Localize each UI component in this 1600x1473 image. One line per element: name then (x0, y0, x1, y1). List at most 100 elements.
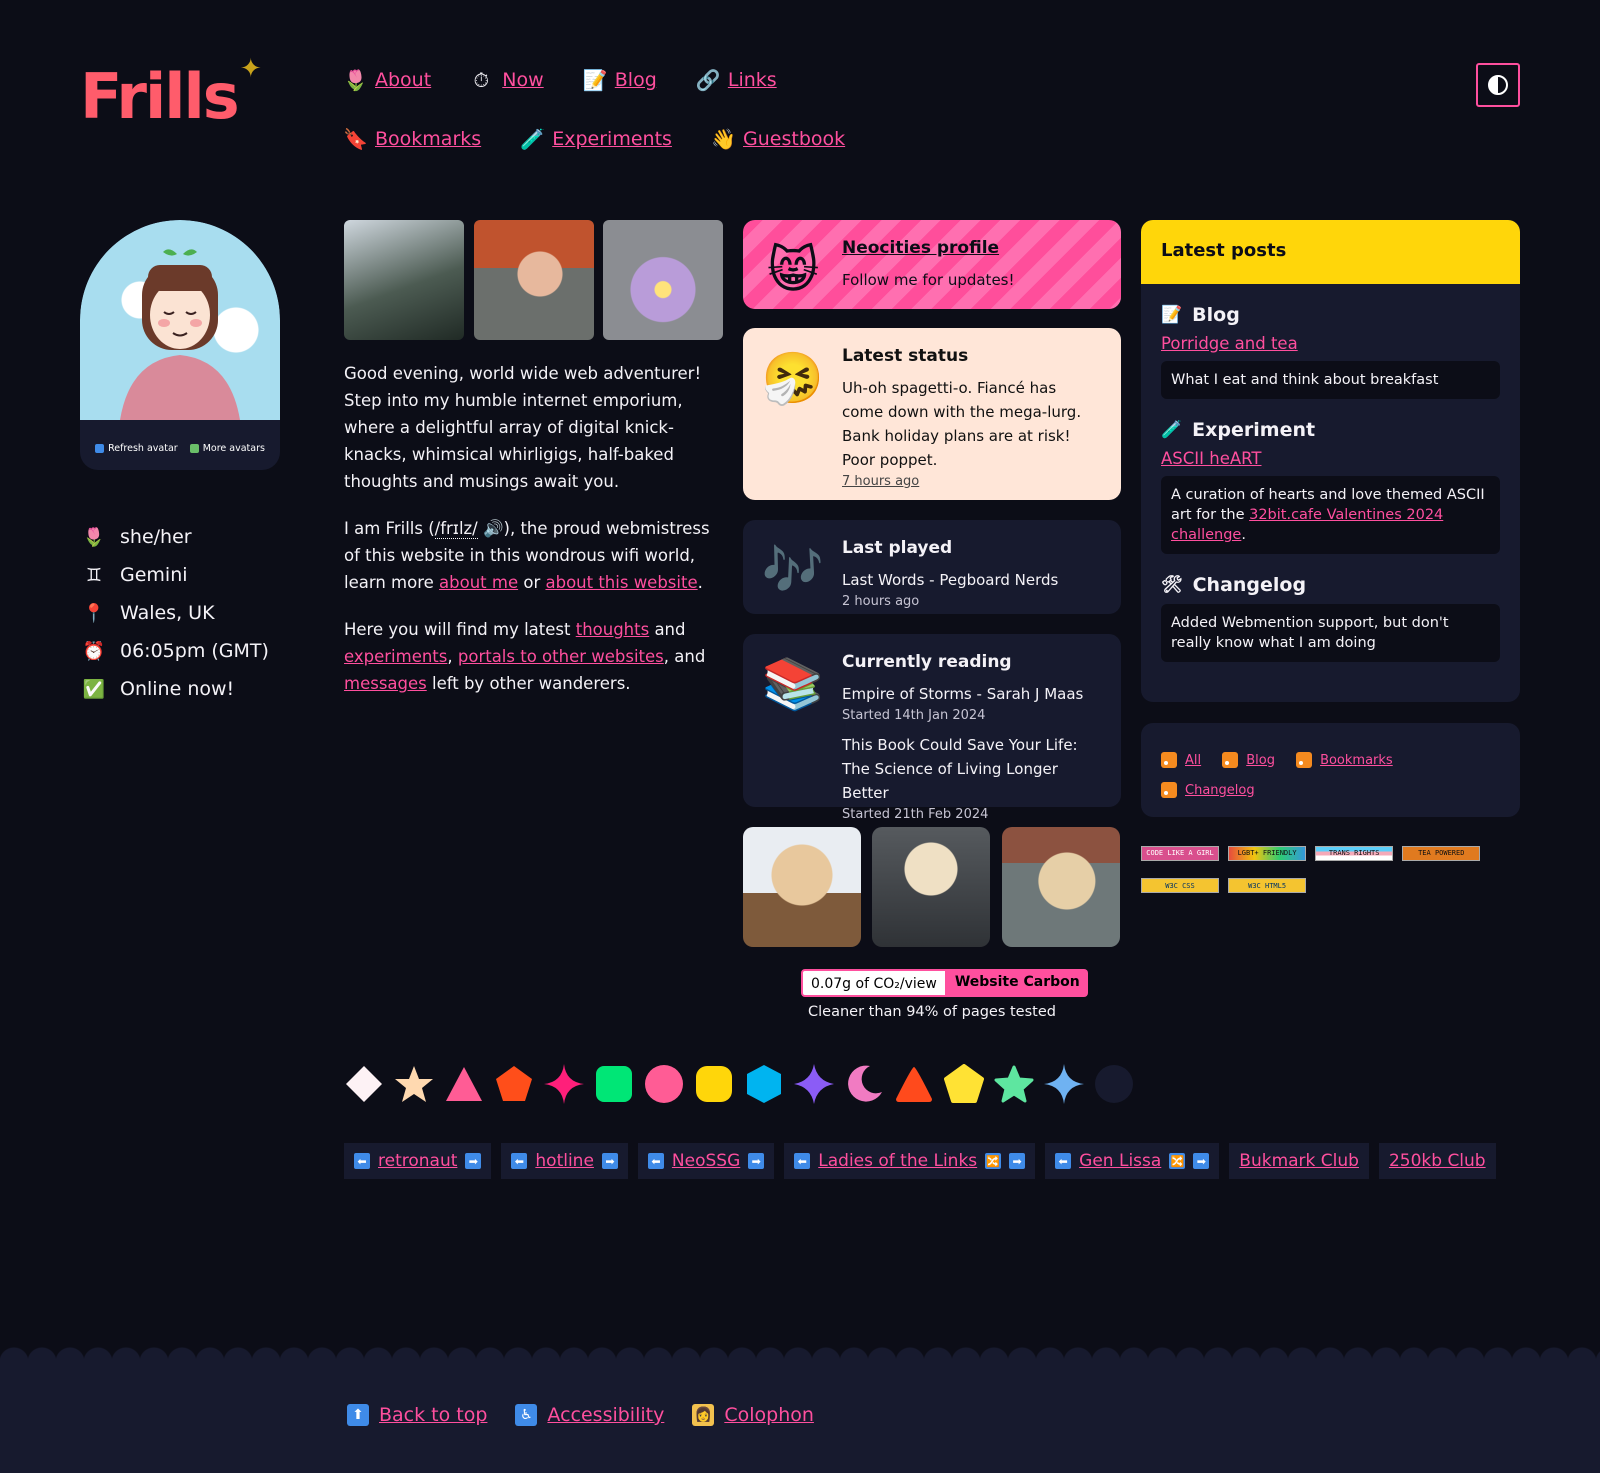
photo-selfie[interactable] (474, 220, 594, 340)
nav-label[interactable]: Experiments (552, 128, 672, 150)
star-shape[interactable] (394, 1064, 434, 1104)
shuffle-icon[interactable]: 🔀 (985, 1153, 1002, 1169)
pentagon-shape[interactable] (494, 1064, 534, 1104)
nav-now[interactable]: ⏱ Now (470, 66, 543, 94)
previous-arrow-icon[interactable]: ⬅ (647, 1153, 664, 1169)
feed-all[interactable]: All (1161, 745, 1201, 775)
feed-changelog[interactable]: Changelog (1161, 775, 1255, 805)
contrast-icon (1488, 75, 1508, 95)
waving-hand-icon: 👋 (711, 127, 736, 151)
post-link[interactable]: Porridge and tea (1161, 334, 1500, 353)
photo-puppy-2[interactable] (872, 827, 990, 947)
main-nav: 🌷 About ⏱ Now 📝 Blog 🔗 Links 🔖 Bookmarks 🧪 Exp… (343, 66, 963, 184)
badge-w3c-css[interactable]: W3C CSS (1141, 878, 1219, 893)
next-arrow-icon[interactable]: ➡ (465, 1153, 482, 1169)
nav-about[interactable]: 🌷 About (343, 66, 431, 94)
blue-sparkle-shape[interactable] (1044, 1064, 1084, 1104)
shape-collection (344, 1064, 1134, 1104)
round-pentagon-shape[interactable] (944, 1064, 984, 1104)
status-text: Uh-oh spagetti-o. Fiancé has come down w… (842, 379, 1082, 469)
shuffle-icon[interactable]: 🔀 (1169, 1153, 1186, 1169)
theme-toggle-button[interactable] (1476, 63, 1520, 107)
nav-label[interactable]: Blog (615, 69, 657, 91)
dark-circle-shape[interactable] (1094, 1064, 1134, 1104)
colophon-link[interactable]: 👩 Colophon (692, 1404, 814, 1426)
photo-rainbow-hand[interactable] (603, 220, 723, 340)
status-time[interactable]: 7 hours ago (842, 474, 1099, 489)
badge-tea-powered[interactable]: TEA POWERED (1402, 845, 1481, 861)
about-website-link[interactable]: about this website (545, 573, 697, 592)
feed-bookmarks[interactable]: Bookmarks (1296, 745, 1393, 775)
hexagon-shape[interactable] (744, 1064, 784, 1104)
previous-arrow-icon[interactable]: ⬅ (354, 1153, 370, 1169)
rounded-square-shape[interactable] (594, 1064, 634, 1104)
gemini-icon: ♊ (85, 564, 103, 586)
latest-posts-title: Latest posts (1141, 220, 1520, 284)
intro-text: Good evening, world wide web adventurer!… (344, 360, 724, 717)
triangle-shape[interactable] (444, 1064, 484, 1104)
track-name: Last Words - Pegboard Nerds (842, 571, 1059, 589)
nav-bookmarks[interactable]: 🔖 Bookmarks (343, 125, 481, 153)
photo-puppy-3[interactable] (1002, 827, 1120, 947)
webring-ladies-of-the-links: ⬅ Ladies of the Links 🔀 ➡ (784, 1143, 1036, 1179)
neocities-profile-link[interactable]: Neocities profile (842, 238, 999, 258)
badge-lgbt-friendly[interactable]: LGBT+ FRIENDLY (1228, 845, 1307, 861)
experiments-link[interactable]: experiments (344, 647, 447, 666)
portals-link[interactable]: portals to other websites (458, 647, 664, 666)
round-star-shape[interactable] (994, 1064, 1034, 1104)
accessibility-link[interactable]: ♿ Accessibility (515, 1404, 664, 1426)
nav-guestbook[interactable]: 👋 Guestbook (711, 125, 845, 153)
site-logo[interactable]: Frills ✦ (80, 54, 262, 133)
intro-paragraph: I am Frills (/frɪlz/ 🔊), the proud webmi… (344, 519, 710, 592)
bukmark-club-link: Bukmark Club (1229, 1143, 1369, 1179)
last-played-card: 🎶 Last played Last Words - Pegboard Nerd… (743, 520, 1121, 614)
nav-label[interactable]: Now (502, 69, 543, 91)
nav-label[interactable]: Bookmarks (375, 128, 481, 150)
four-point-star-shape[interactable] (794, 1064, 834, 1104)
badge-w3c-html5[interactable]: W3C HTML5 (1228, 878, 1307, 893)
post-link[interactable]: ASCII heART (1161, 449, 1500, 468)
book-started: Started 14th Jan 2024 (842, 708, 986, 723)
status-title: Latest status (842, 346, 969, 366)
refresh-avatar-button[interactable]: Refresh avatar (95, 443, 178, 454)
nav-label[interactable]: About (375, 69, 431, 91)
nav-links[interactable]: 🔗 Links (696, 66, 777, 94)
sparkle-shape[interactable] (544, 1064, 584, 1104)
footer: ⬆ Back to top ♿ Accessibility 👩 Colophon (0, 1346, 1600, 1473)
nav-label[interactable]: Guestbook (743, 128, 845, 150)
circle-shape[interactable] (644, 1064, 684, 1104)
feed-blog[interactable]: Blog (1222, 745, 1275, 775)
phonetic-text[interactable]: /frɪlz/ (434, 519, 478, 539)
rss-feeds: All Blog Bookmarks Changelog (1141, 723, 1520, 817)
neocities-card[interactable]: 😸 Neocities profile Follow me for update… (743, 220, 1121, 309)
photo-puppy-1[interactable] (743, 827, 861, 947)
moon-shape[interactable] (844, 1064, 884, 1104)
footer-wave (0, 1346, 1600, 1362)
diamond-shape[interactable] (344, 1064, 384, 1104)
next-arrow-icon[interactable]: ➡ (601, 1153, 618, 1169)
book-title: This Book Could Save Your Life: The Scie… (842, 736, 1078, 802)
next-arrow-icon[interactable]: ➡ (1193, 1153, 1210, 1169)
thoughts-link[interactable]: thoughts (576, 620, 649, 639)
messages-link[interactable]: messages (344, 674, 427, 693)
back-to-top-link[interactable]: ⬆ Back to top (347, 1404, 487, 1426)
next-arrow-icon[interactable]: ➡ (748, 1153, 765, 1169)
badge-trans-rights[interactable]: TRANS RIGHTS (1315, 845, 1394, 861)
next-arrow-icon[interactable]: ➡ (1009, 1153, 1026, 1169)
nav-blog[interactable]: 📝 Blog (583, 66, 657, 94)
round-triangle-shape[interactable] (894, 1064, 934, 1104)
about-me-link[interactable]: about me (439, 573, 518, 592)
post-summary: A curation of hearts and love themed ASC… (1161, 476, 1500, 554)
nav-label[interactable]: Links (728, 69, 777, 91)
squircle-shape[interactable] (694, 1064, 734, 1104)
website-carbon-badge[interactable]: 0.07g of CO₂/view Website Carbon (801, 969, 1088, 997)
nav-experiments[interactable]: 🧪 Experiments (520, 125, 672, 153)
more-avatars-button[interactable]: More avatars (189, 443, 265, 454)
photo-lake-dog[interactable] (344, 220, 464, 340)
rss-icon (1222, 752, 1239, 768)
previous-arrow-icon[interactable]: ⬅ (511, 1153, 528, 1169)
previous-arrow-icon[interactable]: ⬅ (794, 1153, 811, 1169)
avatar (80, 220, 280, 420)
previous-arrow-icon[interactable]: ⬅ (1055, 1153, 1072, 1169)
badge-code-like-a-girl[interactable]: CODE LIKE A GIRL (1141, 845, 1219, 861)
